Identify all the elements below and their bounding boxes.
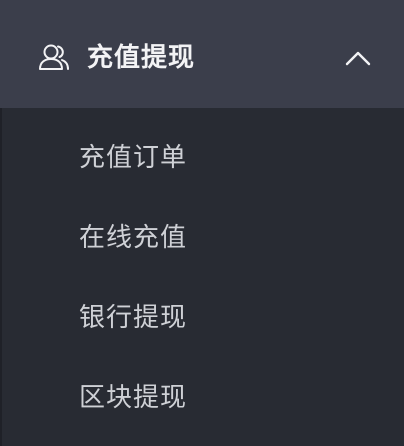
submenu-item-label: 充值订单 [79, 143, 188, 173]
chevron-up-icon[interactable] [344, 49, 372, 67]
submenu-item-label: 银行提现 [79, 303, 188, 333]
submenu-item-online-recharge[interactable]: 在线充值 [2, 198, 404, 278]
submenu: 充值订单 在线充值 银行提现 区块提现 [0, 108, 404, 446]
submenu-item-bank-withdraw[interactable]: 银行提现 [2, 278, 404, 358]
submenu-item-recharge-orders[interactable]: 充值订单 [2, 118, 404, 198]
submenu-item-blockchain-withdraw[interactable]: 区块提现 [2, 358, 404, 438]
submenu-item-label: 区块提现 [79, 383, 188, 413]
menu-group-label: 充值提现 [87, 43, 196, 73]
menu-group-header-recharge-withdraw[interactable]: 充值提现 [0, 0, 404, 108]
sidebar-menu: 充值提现 充值订单 在线充值 银行提现 区块提现 [0, 0, 404, 446]
user-icon [39, 44, 69, 70]
submenu-item-label: 在线充值 [79, 223, 188, 253]
